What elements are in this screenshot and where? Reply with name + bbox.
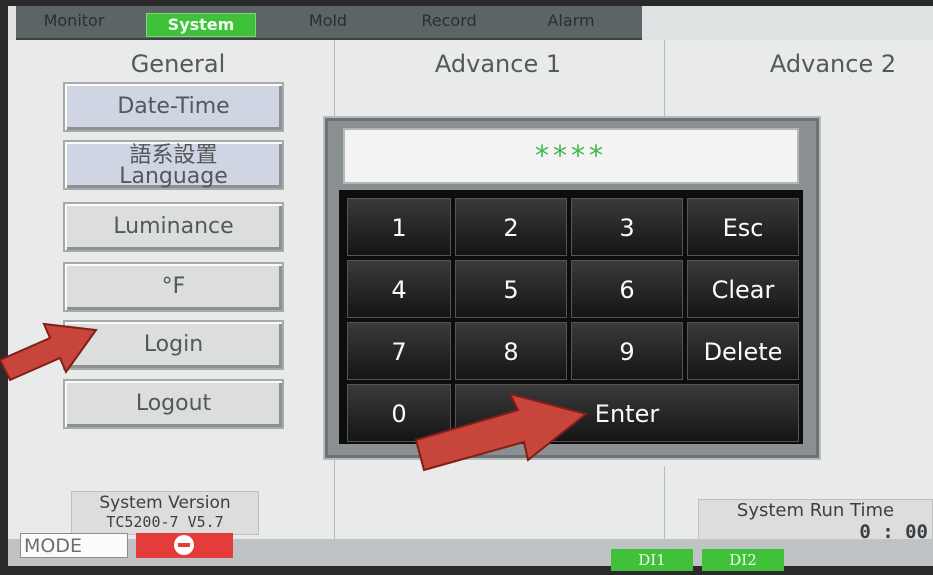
clear-button[interactable]: Clear (687, 260, 799, 318)
key-8[interactable]: 8 (455, 322, 567, 380)
column-header-advance-1: Advance 1 (434, 50, 562, 78)
system-run-time-label: System Run Time (736, 500, 895, 521)
luminance-label: Luminance (113, 214, 234, 239)
annotation-arrow-enter-shape (414, 392, 589, 472)
mode-label: MODE (20, 533, 128, 558)
annotation-arrow-enter (414, 392, 589, 472)
luminance-button[interactable]: Luminance (63, 202, 284, 252)
di1-indicator: DI1 (611, 549, 693, 571)
key-9[interactable]: 9 (571, 322, 683, 380)
key-1[interactable]: 1 (347, 198, 451, 256)
tab-strip: Monitor System Mold Record Alarm (16, 6, 642, 40)
mode-indicator (136, 533, 233, 558)
di2-indicator: DI2 (702, 549, 784, 571)
column-header-general: General (130, 50, 226, 78)
key-2[interactable]: 2 (455, 198, 567, 256)
tab-mold[interactable]: Mold (288, 6, 368, 36)
key-6[interactable]: 6 (571, 260, 683, 318)
system-version-value: TC5200-7 V5.7 (106, 513, 224, 531)
language-button[interactable]: 語系設置 Language (63, 140, 284, 190)
delete-button[interactable]: Delete (687, 322, 799, 380)
annotation-arrow-login-shape (0, 322, 98, 382)
system-run-time-box: System Run Time 0 : 00 (698, 499, 933, 542)
key-3[interactable]: 3 (571, 198, 683, 256)
no-entry-icon-bar (178, 543, 190, 547)
escape-button[interactable]: Esc (687, 198, 799, 256)
language-label: Language (119, 164, 228, 189)
date-time-button[interactable]: Date-Time (63, 82, 284, 132)
key-7[interactable]: 7 (347, 322, 451, 380)
tab-record[interactable]: Record (404, 6, 494, 36)
column-divider (664, 466, 665, 539)
system-version-label: System Version (99, 493, 231, 513)
tab-alarm[interactable]: Alarm (531, 6, 611, 36)
key-5[interactable]: 5 (455, 260, 567, 318)
tab-monitor[interactable]: Monitor (24, 6, 124, 36)
language-label-chinese: 語系設置 (129, 143, 218, 168)
annotation-arrow-login (0, 322, 98, 382)
key-4[interactable]: 4 (347, 260, 451, 318)
column-divider (664, 40, 665, 120)
tab-system[interactable]: System (146, 13, 256, 37)
date-time-label: Date-Time (117, 94, 230, 119)
system-version-box: System Version TC5200-7 V5.7 (71, 491, 259, 535)
password-display: **** (343, 128, 799, 184)
column-header-advance-2: Advance 2 (769, 50, 897, 78)
